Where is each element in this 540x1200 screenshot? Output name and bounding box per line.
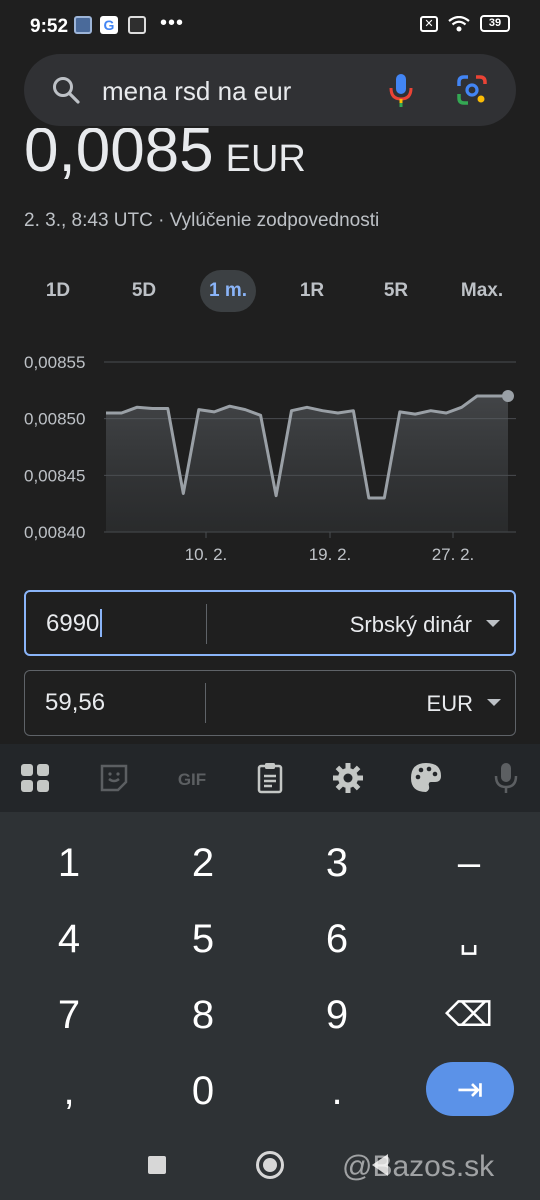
key-space[interactable]: ␣ [414, 904, 524, 974]
app-tile-icon [128, 16, 146, 34]
mic-icon[interactable] [388, 72, 414, 108]
enter-key[interactable]: ⇥ [426, 1062, 514, 1116]
y-tick-label: 0,00855 [24, 353, 85, 372]
svg-text:GIF: GIF [178, 770, 206, 789]
numeric-keypad: 1 2 3 – 4 5 6 ␣ 7 8 9 ⌫ , 0 . ⇥ [0, 812, 540, 1132]
key-9[interactable]: 9 [282, 980, 392, 1050]
clipboard-icon[interactable] [252, 760, 288, 796]
keyboard-toolbar: GIF [0, 744, 540, 812]
tab-max[interactable]: Max. [452, 270, 512, 312]
more-icon: ••• [160, 12, 185, 34]
status-bar: 9:52 G ••• ✕ 39 [0, 0, 540, 52]
rate-unit: EUR [225, 138, 306, 180]
to-amount-input[interactable]: 59,56 [45, 689, 105, 717]
backspace-key[interactable]: ⌫ [414, 980, 524, 1050]
key-4[interactable]: 4 [14, 904, 124, 974]
app-tile-icon [74, 16, 92, 34]
text-cursor [100, 608, 103, 637]
key-5[interactable]: 5 [148, 904, 258, 974]
chevron-down-icon[interactable] [486, 620, 500, 627]
tab-1m[interactable]: 1 m. [200, 270, 256, 312]
grid-icon[interactable] [17, 760, 53, 796]
home-button[interactable] [256, 1151, 284, 1179]
tab-1r[interactable]: 1R [288, 270, 336, 312]
rate-meta: 2. 3., 8:43 UTC · Vylúčenie zodpovednost… [24, 210, 380, 231]
key-7[interactable]: 7 [14, 980, 124, 1050]
from-amount-text: 6990 [46, 610, 100, 637]
rate-value: 0,0085 [24, 128, 214, 185]
from-currency-select[interactable]: Srbský dinár [350, 612, 472, 638]
key-2[interactable]: 2 [148, 828, 258, 898]
y-tick-label: 0,00840 [24, 523, 85, 542]
period-tabs: 1D 5D 1 m. 1R 5R Max. [16, 270, 524, 312]
key-3[interactable]: 3 [282, 828, 392, 898]
x-tick-label: 19. 2. [309, 545, 352, 564]
rate-display: 0,0085 EUR [24, 128, 306, 186]
tab-5d[interactable]: 5D [120, 270, 168, 312]
key-0[interactable]: 0 [148, 1056, 258, 1126]
recents-button[interactable] [148, 1156, 166, 1174]
y-tick-label: 0,00850 [24, 410, 85, 429]
y-tick-label: 0,00845 [24, 466, 85, 485]
key-6[interactable]: 6 [282, 904, 392, 974]
x-box-icon: ✕ [420, 15, 438, 32]
chevron-down-icon[interactable] [487, 699, 501, 706]
current-point [502, 390, 514, 402]
key-comma[interactable]: , [14, 1056, 124, 1126]
divider [206, 604, 207, 644]
converter-to[interactable]: 59,56 EUR [24, 670, 516, 736]
exchange-rate-chart: 0,00855 0,00850 0,00845 0,00840 10. 2. 19. 2.… [24, 353, 516, 564]
x-tick-label: 27. 2. [432, 545, 475, 564]
google-icon: G [100, 16, 118, 34]
watermark: @Bazos.sk [342, 1150, 495, 1183]
key-1[interactable]: 1 [14, 828, 124, 898]
key-period[interactable]: . [282, 1056, 392, 1126]
sticker-icon[interactable] [96, 760, 132, 796]
search-input[interactable]: mena rsd na eur [102, 76, 291, 107]
gear-icon[interactable] [330, 760, 366, 796]
chart-area [106, 396, 508, 532]
search-bar[interactable]: mena rsd na eur [24, 54, 516, 126]
battery-icon: 39 [480, 15, 510, 32]
tab-1d[interactable]: 1D [34, 270, 82, 312]
divider [205, 683, 206, 723]
wifi-icon [448, 15, 470, 31]
converter-from[interactable]: 6990 Srbský dinár [24, 590, 516, 656]
palette-icon[interactable] [408, 760, 444, 796]
x-tick-label: 10. 2. [185, 545, 228, 564]
from-amount-input[interactable]: 6990 [46, 608, 103, 639]
lens-icon[interactable] [456, 74, 488, 106]
mic-icon[interactable] [488, 760, 524, 796]
key-minus[interactable]: – [414, 828, 524, 898]
key-8[interactable]: 8 [148, 980, 258, 1050]
gif-icon[interactable]: GIF [172, 760, 212, 796]
status-time: 9:52 [30, 16, 69, 37]
search-icon [53, 77, 80, 104]
to-currency-select[interactable]: EUR [427, 691, 473, 717]
tab-5r[interactable]: 5R [372, 270, 420, 312]
